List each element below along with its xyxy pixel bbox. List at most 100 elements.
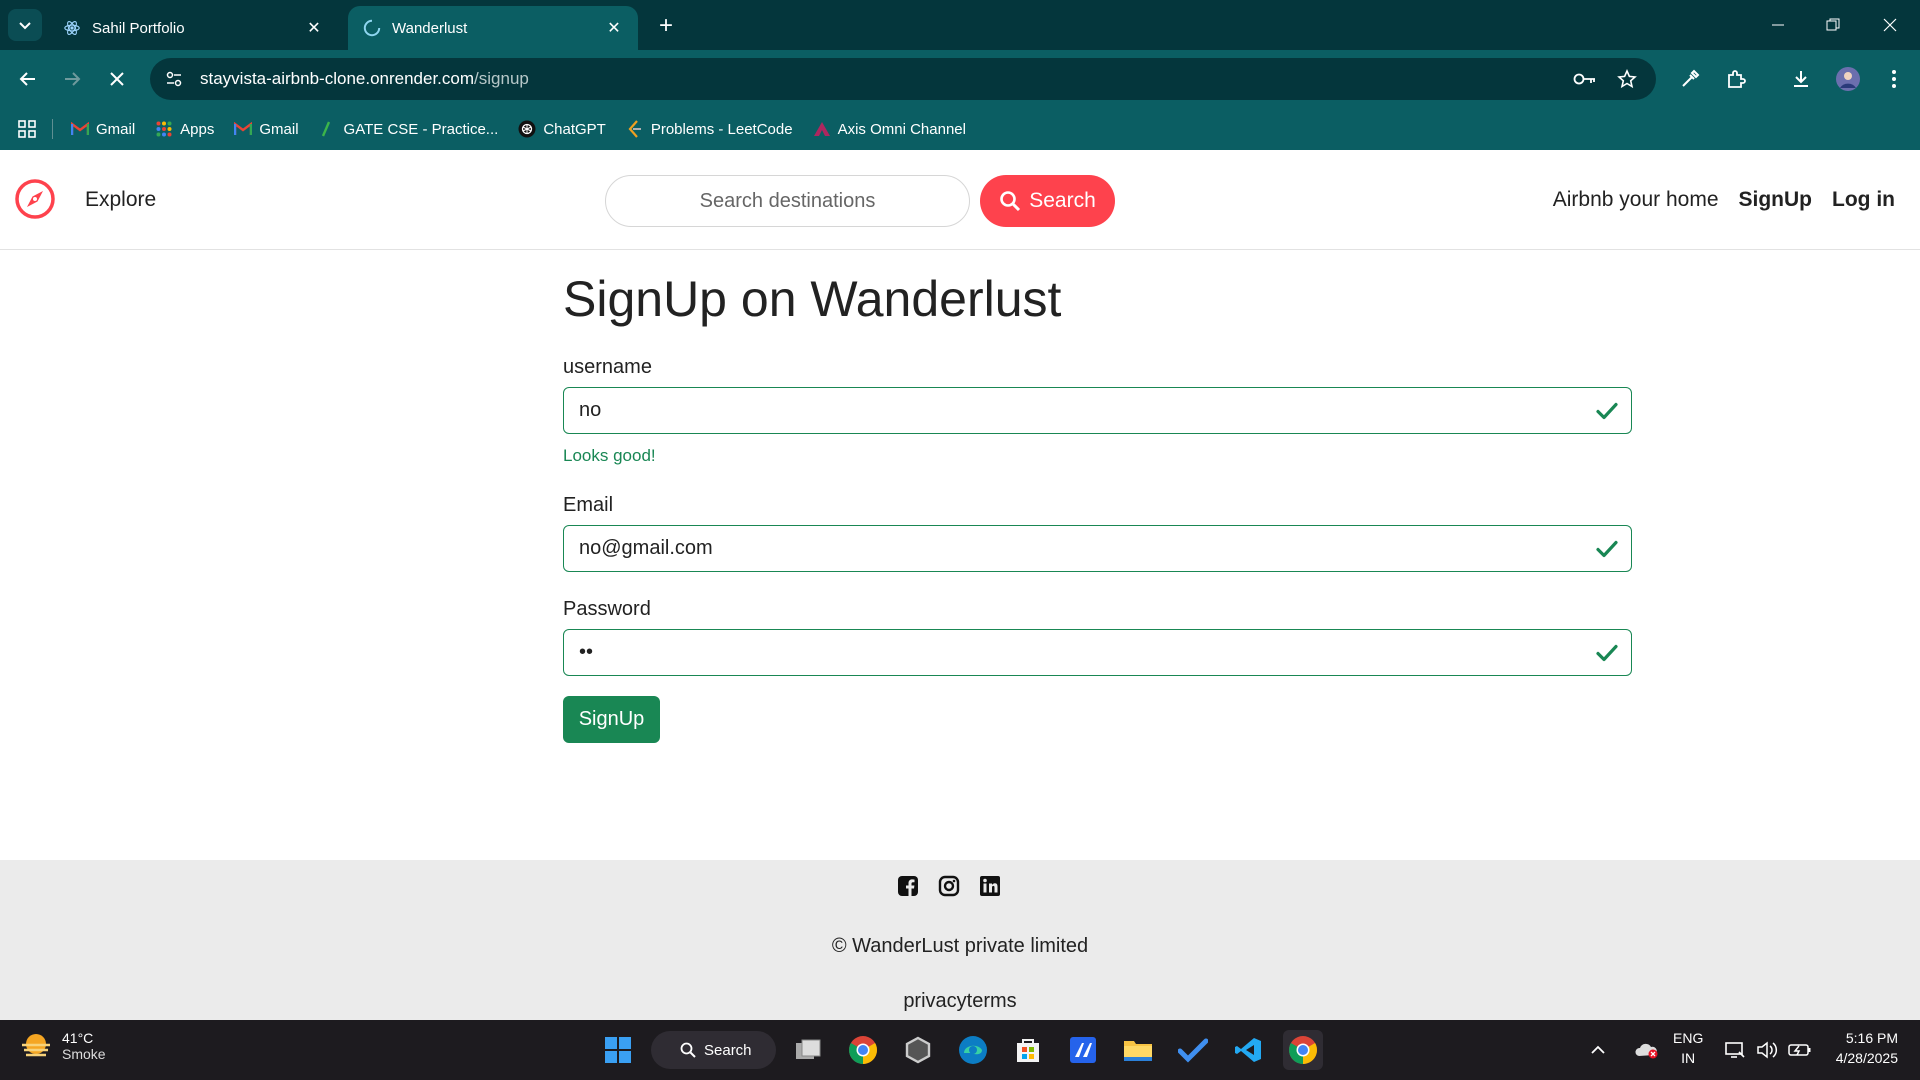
site-info-icon[interactable] xyxy=(156,61,192,97)
nav-right-links: Airbnb your home SignUp Log in xyxy=(1533,188,1895,212)
url-path: /signup xyxy=(474,69,529,88)
system-clock[interactable]: 5:16 PM 4/28/2025 xyxy=(1836,1028,1898,1068)
clock-date: 4/28/2025 xyxy=(1835,1050,1898,1066)
all-apps-button[interactable] xyxy=(18,120,36,138)
stop-loading-button[interactable] xyxy=(101,63,133,95)
taskbar-search-label: Search xyxy=(704,1041,752,1059)
microsoft-store-icon[interactable] xyxy=(1008,1030,1048,1070)
email-field[interactable] xyxy=(564,526,1631,571)
linkedin-icon[interactable] xyxy=(978,874,1002,898)
check-icon xyxy=(1596,644,1618,662)
instagram-icon[interactable] xyxy=(937,874,961,898)
bookmark-gate-cse[interactable]: GATE CSE - Practice... xyxy=(319,120,499,138)
email-label: Email xyxy=(563,494,614,516)
social-links xyxy=(896,874,1019,898)
search-icon xyxy=(680,1042,696,1058)
bookmark-gmail[interactable]: Gmail xyxy=(234,120,299,138)
back-button[interactable] xyxy=(12,63,44,95)
nav-airbnb-home-link[interactable]: Airbnb your home xyxy=(1553,188,1719,212)
compass-icon[interactable] xyxy=(14,178,56,220)
network-icon[interactable] xyxy=(1724,1040,1746,1060)
nav-explore-link[interactable]: Explore xyxy=(85,188,156,212)
taskbar-search[interactable]: Search xyxy=(651,1031,776,1069)
chrome-icon[interactable] xyxy=(843,1030,883,1070)
lang-line-1: ENG xyxy=(1673,1030,1704,1046)
tab-sahil-portfolio[interactable]: Sahil Portfolio ✕ xyxy=(48,6,338,50)
signup-form: SignUp on Wanderlust username Looks good… xyxy=(563,270,1633,743)
minimize-icon xyxy=(1772,24,1784,26)
close-icon xyxy=(1883,18,1897,32)
bookmark-label: Axis Omni Channel xyxy=(837,120,966,138)
bookmark-gmail[interactable]: Gmail xyxy=(71,120,135,138)
file-explorer-icon[interactable] xyxy=(1118,1030,1158,1070)
new-tab-button[interactable]: + xyxy=(652,12,680,40)
kebab-menu-icon[interactable] xyxy=(1880,65,1908,93)
web-page: Explore Search Airbnb your home SignUp L… xyxy=(0,150,1920,1020)
leetcode-icon xyxy=(626,120,644,138)
address-bar[interactable]: stayvista-airbnb-clone.onrender.com/sign… xyxy=(150,58,1656,100)
privacy-terms-link[interactable]: privacyterms xyxy=(0,990,1920,1013)
username-label: username xyxy=(563,356,652,378)
chevron-up-icon[interactable] xyxy=(1590,1045,1606,1055)
close-icon[interactable]: ✕ xyxy=(604,18,624,38)
tab-wanderlust[interactable]: Wanderlust ✕ xyxy=(348,6,638,50)
bookmark-axis[interactable]: Axis Omni Channel xyxy=(813,120,966,138)
bookmark-apps[interactable]: Apps xyxy=(155,120,214,138)
task-view-icon[interactable] xyxy=(788,1030,828,1070)
todo-icon[interactable] xyxy=(1173,1030,1213,1070)
close-window-button[interactable] xyxy=(1870,10,1910,40)
bookmark-leetcode[interactable]: Problems - LeetCode xyxy=(626,120,793,138)
forward-button[interactable] xyxy=(56,63,88,95)
eyedropper-icon[interactable] xyxy=(1676,65,1704,93)
start-button[interactable] xyxy=(598,1030,638,1070)
app-hexagon-icon[interactable] xyxy=(898,1030,938,1070)
download-icon[interactable] xyxy=(1787,65,1815,93)
gmail-icon xyxy=(71,120,89,138)
extensions-icon[interactable] xyxy=(1722,65,1750,93)
onedrive-error-icon[interactable] xyxy=(1634,1041,1660,1059)
search-input[interactable] xyxy=(605,175,970,227)
password-field[interactable] xyxy=(564,630,1631,675)
nav-login-link[interactable]: Log in xyxy=(1832,188,1895,212)
browser-toolbar: stayvista-airbnb-clone.onrender.com/sign… xyxy=(0,50,1920,108)
close-icon[interactable]: ✕ xyxy=(304,18,324,38)
battery-charging-icon[interactable] xyxy=(1788,1042,1812,1058)
apps-grid-icon xyxy=(18,120,36,138)
bookmarks-divider xyxy=(52,119,53,139)
minimize-button[interactable] xyxy=(1758,10,1798,40)
bookmark-chatgpt[interactable]: ChatGPT xyxy=(518,120,606,138)
profile-avatar[interactable] xyxy=(1834,65,1862,93)
chrome-active-icon[interactable] xyxy=(1283,1030,1323,1070)
nav-signup-link[interactable]: SignUp xyxy=(1739,188,1813,212)
tab-search-button[interactable] xyxy=(8,9,42,41)
facebook-icon[interactable] xyxy=(896,874,920,898)
bookmark-label: Problems - LeetCode xyxy=(650,120,793,138)
vscode-icon[interactable] xyxy=(1228,1030,1268,1070)
check-icon xyxy=(1596,402,1618,420)
restore-button[interactable] xyxy=(1813,10,1853,40)
weather-widget[interactable]: 41°C Smoke xyxy=(20,1030,106,1062)
system-tray-right xyxy=(1724,1020,1812,1080)
username-field[interactable] xyxy=(564,388,1631,433)
bookmark-label: GATE CSE - Practice... xyxy=(343,120,499,138)
site-footer: © WanderLust private limited privacyterm… xyxy=(0,860,1920,1020)
url-host: stayvista-airbnb-clone.onrender.com xyxy=(200,69,475,88)
edge-icon[interactable] xyxy=(953,1030,993,1070)
volume-icon[interactable] xyxy=(1756,1040,1778,1060)
signup-submit-button[interactable]: SignUp xyxy=(563,696,660,743)
axis-icon xyxy=(813,120,831,138)
language-indicator[interactable]: ENG IN xyxy=(1673,1028,1703,1068)
bookmark-label: Apps xyxy=(180,120,215,138)
gmail-icon xyxy=(234,120,253,138)
weather-condition: Smoke xyxy=(62,1046,106,1062)
site-navbar: Explore Search Airbnb your home SignUp L… xyxy=(0,150,1920,250)
password-key-icon[interactable] xyxy=(1572,66,1598,92)
search-button[interactable]: Search xyxy=(980,175,1115,227)
weather-smoke-icon xyxy=(20,1031,52,1061)
copyright-text: © WanderLust private limited xyxy=(831,935,1089,957)
app-blue-icon[interactable] xyxy=(1063,1030,1103,1070)
username-valid-feedback: Looks good! xyxy=(563,446,656,465)
star-icon[interactable] xyxy=(1614,66,1640,92)
close-icon xyxy=(110,72,124,86)
